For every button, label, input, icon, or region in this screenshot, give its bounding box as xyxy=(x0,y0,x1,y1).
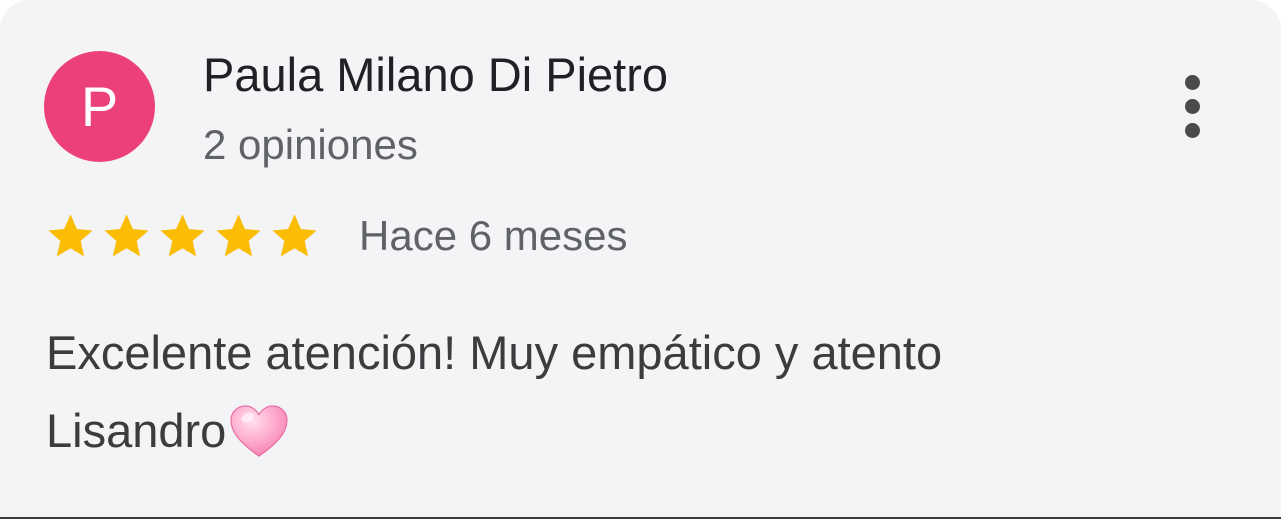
review-text-line-1: Excelente atención! Muy empático y atent… xyxy=(46,326,943,379)
review-date: Hace 6 meses xyxy=(359,212,628,259)
more-vert-icon-dot xyxy=(1184,122,1200,138)
review-text: Excelente atención! Muy empático y atent… xyxy=(46,314,1166,470)
more-vert-icon-dot xyxy=(1184,98,1200,114)
more-options-button[interactable] xyxy=(1166,66,1218,146)
author-name[interactable]: Paula Milano Di Pietro xyxy=(203,46,668,104)
star-icon xyxy=(104,213,149,256)
star-icon xyxy=(216,213,261,256)
more-vert-icon-dot xyxy=(1184,74,1200,90)
avatar-initial: P xyxy=(80,74,119,138)
star-icon xyxy=(160,213,205,256)
avatar[interactable]: P xyxy=(44,51,155,162)
review-card: P Paula Milano Di Pietro 2 opiniones Hac… xyxy=(0,0,1281,519)
pink-heart-icon xyxy=(230,405,288,457)
star-icon xyxy=(48,213,93,256)
star-icon xyxy=(272,213,317,256)
review-text-line-2: Lisandro xyxy=(46,404,227,457)
author-review-count: 2 opiniones xyxy=(203,121,418,168)
rating-row: Hace 6 meses xyxy=(44,208,627,264)
star-rating xyxy=(44,210,321,263)
